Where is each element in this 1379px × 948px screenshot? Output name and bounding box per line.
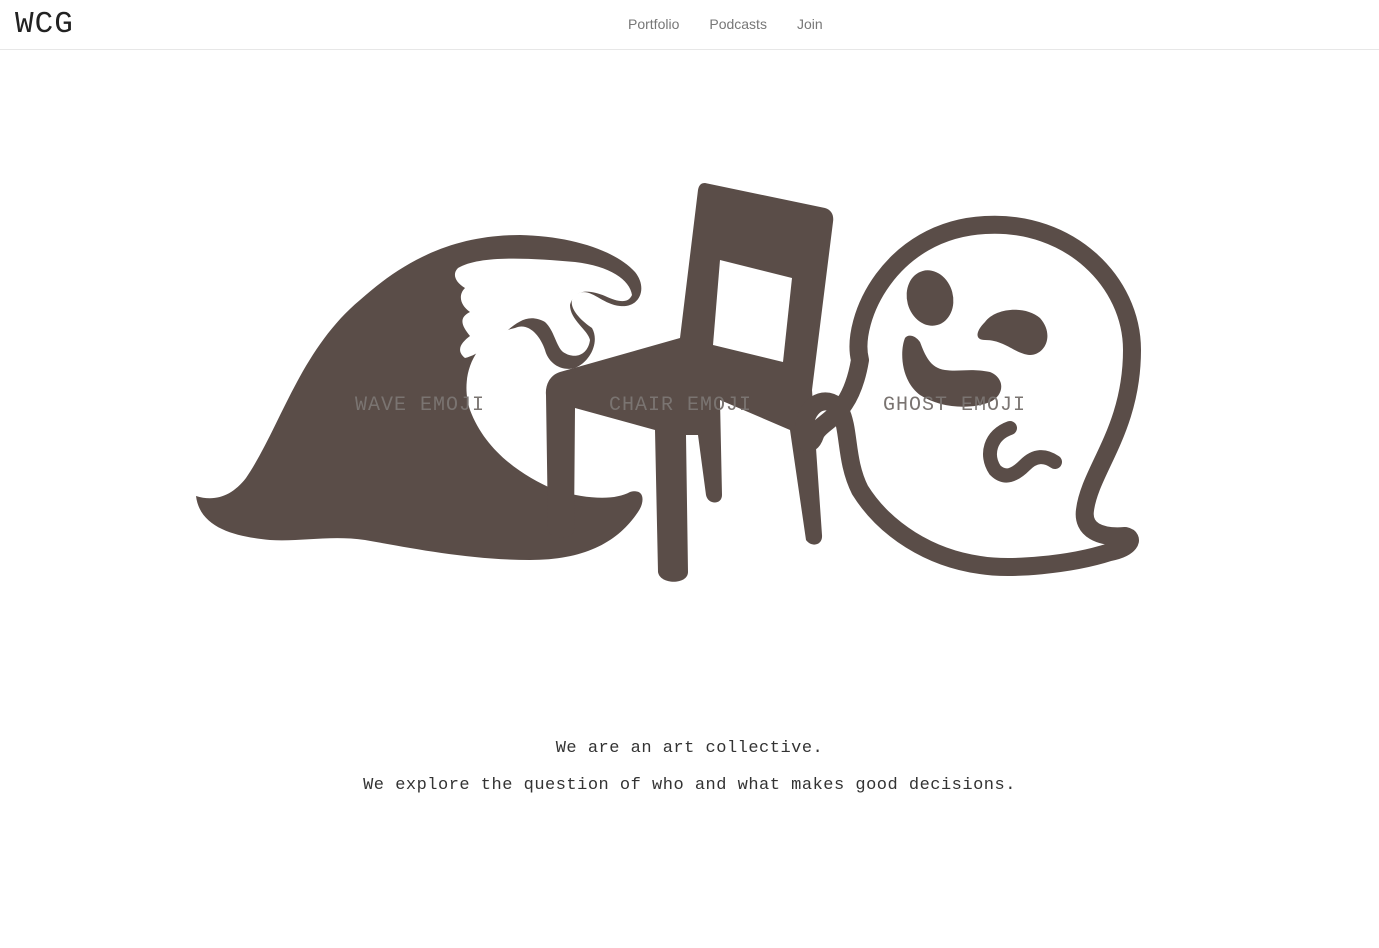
intro-line-1: We are an art collective. xyxy=(555,739,824,758)
emoji-illustration xyxy=(196,183,1141,582)
nav-portfolio-link[interactable]: Portfolio xyxy=(613,0,694,49)
main-nav: Portfolio Podcasts Join xyxy=(613,0,838,49)
nav-join-link[interactable]: Join xyxy=(782,0,838,49)
top-navbar: WCG Portfolio Podcasts Join xyxy=(0,0,1379,50)
intro-line-2: We explore the question of who and what … xyxy=(363,776,1016,795)
wave-emoji-label: WAVE EMOJI xyxy=(355,394,486,417)
brand-logo-link[interactable]: WCG xyxy=(15,7,74,43)
chair-emoji-label: CHAIR EMOJI xyxy=(609,394,753,417)
hero-emoji-banner: WAVE EMOJI CHAIR EMOJI GHOST EMOJI xyxy=(0,50,1379,690)
ghost-emoji-label: GHOST EMOJI xyxy=(883,394,1027,417)
nav-podcasts-link[interactable]: Podcasts xyxy=(694,0,782,49)
